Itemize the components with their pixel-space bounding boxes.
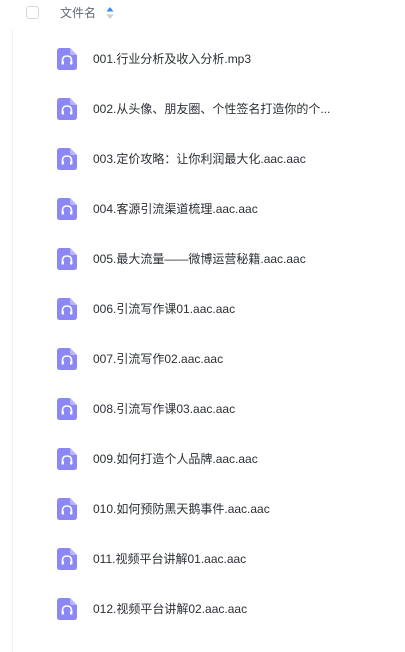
audio-file-icon xyxy=(57,398,77,420)
select-all-checkbox[interactable] xyxy=(26,6,39,19)
file-name[interactable]: 002.从头像、朋友圈、个性签名打造你的个... xyxy=(93,101,330,117)
file-list-header: 文件名 xyxy=(0,0,405,30)
audio-file-icon xyxy=(57,598,77,620)
file-name[interactable]: 004.客源引流渠道梳理.aac.aac xyxy=(93,201,258,217)
file-name[interactable]: 012.视频平台讲解02.aac.aac xyxy=(93,601,247,617)
file-name[interactable]: 006.引流写作课01.aac.aac xyxy=(93,301,235,317)
audio-file-icon xyxy=(57,498,77,520)
file-name[interactable]: 001.行业分析及收入分析.mp3 xyxy=(93,51,251,67)
file-list: 001.行业分析及收入分析.mp3 002.从头像、朋友圈、个性签名打造你的个..… xyxy=(0,34,405,634)
file-row[interactable]: 004.客源引流渠道梳理.aac.aac xyxy=(0,184,405,234)
file-row[interactable]: 008.引流写作课03.aac.aac xyxy=(0,384,405,434)
audio-file-icon xyxy=(57,298,77,320)
file-row[interactable]: 005.最大流量——微博运营秘籍.aac.aac xyxy=(0,234,405,284)
file-name[interactable]: 009.如何打造个人品牌.aac.aac xyxy=(93,451,258,467)
file-row[interactable]: 009.如何打造个人品牌.aac.aac xyxy=(0,434,405,484)
file-row[interactable]: 010.如何预防黑天鹅事件.aac.aac xyxy=(0,484,405,534)
file-name[interactable]: 011.视频平台讲解01.aac.aac xyxy=(93,551,246,567)
column-header-filename[interactable]: 文件名 xyxy=(60,5,96,21)
sort-ascending-icon[interactable] xyxy=(106,6,114,20)
file-name[interactable]: 010.如何预防黑天鹅事件.aac.aac xyxy=(93,501,270,517)
file-name[interactable]: 003.定价攻略：让你利润最大化.aac.aac xyxy=(93,151,306,167)
audio-file-icon xyxy=(57,198,77,220)
audio-file-icon xyxy=(57,448,77,470)
audio-file-icon xyxy=(57,248,77,270)
file-name[interactable]: 005.最大流量——微博运营秘籍.aac.aac xyxy=(93,251,306,267)
file-row[interactable]: 007.引流写作02.aac.aac xyxy=(0,334,405,384)
audio-file-icon xyxy=(57,48,77,70)
audio-file-icon xyxy=(57,548,77,570)
audio-file-icon xyxy=(57,98,77,120)
file-row[interactable]: 001.行业分析及收入分析.mp3 xyxy=(0,34,405,84)
audio-file-icon xyxy=(57,348,77,370)
file-row[interactable]: 002.从头像、朋友圈、个性签名打造你的个... xyxy=(0,84,405,134)
file-row[interactable]: 006.引流写作课01.aac.aac xyxy=(0,284,405,334)
file-row[interactable]: 003.定价攻略：让你利润最大化.aac.aac xyxy=(0,134,405,184)
file-name[interactable]: 008.引流写作课03.aac.aac xyxy=(93,401,235,417)
file-name[interactable]: 007.引流写作02.aac.aac xyxy=(93,351,223,367)
file-row[interactable]: 011.视频平台讲解01.aac.aac xyxy=(0,534,405,584)
audio-file-icon xyxy=(57,148,77,170)
file-row[interactable]: 012.视频平台讲解02.aac.aac xyxy=(0,584,405,634)
